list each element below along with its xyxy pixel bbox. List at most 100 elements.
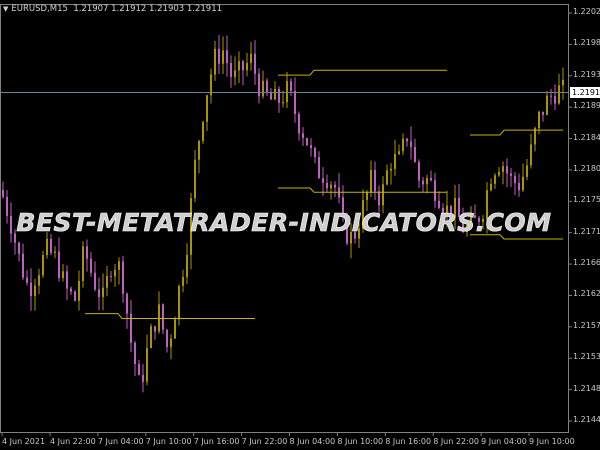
candle-body [102,287,104,298]
candle-body [498,171,500,176]
x-axis-label: 7 Jun 22:00 [241,437,288,446]
candle-body [230,62,232,77]
candle-body [326,182,328,189]
candle-body [374,170,376,192]
candle-body [90,258,92,273]
candle-body [142,374,144,382]
watermark: BEST-METATRADER-INDICATORS.COM [16,208,552,238]
candle-body [562,79,564,86]
candle-body [74,291,76,301]
y-axis-label: 1.21755 [573,195,600,205]
x-axis-label: 8 Jun 22:00 [433,437,479,446]
candle-body [86,246,88,259]
candle-body [158,304,160,332]
candle-body [106,275,108,288]
candle-body [226,50,228,63]
candle-body [266,80,268,93]
y-axis-label: 1.21665 [573,258,600,268]
candle-body [302,133,304,139]
candle-body [214,48,216,75]
candle-body [126,293,128,314]
candle-body [118,261,120,270]
candle-body [274,88,276,100]
candle-body [394,153,396,169]
candle-body [330,184,332,189]
levels-layer [85,69,563,319]
candle-body [546,95,548,115]
candle-body [550,95,552,97]
candle-body [434,180,436,201]
candle-body [422,180,424,185]
candle-body [2,190,4,197]
candle-body [282,102,284,104]
candle-body [138,363,140,375]
level-line [85,313,255,319]
candle-body [438,200,440,208]
candle-body [194,159,196,199]
candle-body [270,92,272,100]
candle-body [390,168,392,171]
y-axis-label: 1.22025 [573,7,600,16]
candle-body [262,80,264,97]
candle-body [314,148,316,158]
candle-body [174,319,176,339]
x-axis-label: 7 Jun 16:00 [193,437,240,446]
candle-body [58,251,60,279]
y-axis-label: 1.21800 [573,163,600,173]
candle-body [110,275,112,277]
candle-body [410,141,412,148]
candle-body [78,280,80,301]
y-axis-label: 1.21935 [573,69,600,79]
candle-body [218,48,220,64]
candle-body [334,184,336,188]
candle-body [254,53,256,74]
candle-body [122,261,124,294]
candle-body [238,61,240,71]
candle-body [50,238,52,253]
candle-body [490,183,492,191]
candle-body [558,85,560,104]
candle-body [426,177,428,185]
candle-body [506,166,508,174]
candle-body [26,277,28,283]
candle-body [54,251,56,253]
candle-body [186,254,188,278]
candle-body [70,288,72,292]
candle-body [94,272,96,290]
candle-body [290,81,292,91]
candle-body [406,138,408,142]
candle-body [250,53,252,63]
x-axis-label: 7 Jun 10:00 [145,437,192,446]
candle-body [522,176,524,191]
candle-body [494,175,496,184]
y-axis-label: 1.21845 [573,132,600,142]
candle-body [198,140,200,160]
dropdown-triangle-icon[interactable]: ▼ [3,5,8,13]
y-axis-label: 1.21890 [573,101,600,111]
candle-body [294,90,296,114]
candle-body [402,138,404,152]
candle-body [114,269,116,277]
candle-body [18,242,20,254]
y-axis-label: 1.21620 [573,289,600,299]
candle-body [66,271,68,289]
candle-body [22,253,24,278]
candle-body [146,347,148,382]
candle-body [306,138,308,146]
candle-body [234,70,236,77]
candle-body [30,282,32,297]
candle-body [242,61,244,71]
candle-body [202,121,204,141]
x-axis-label: 9 Jun 10:00 [529,437,575,446]
y-axis-label: 1.21575 [573,320,600,330]
candle-body [510,173,512,176]
candle-body [526,165,528,177]
candle-body [42,255,44,276]
candle-body [382,184,384,206]
candle-body [418,161,420,181]
candle-body [246,62,248,71]
x-axis-label: 4 Jun 22:00 [50,437,96,446]
current-price-label: 1.21911 [570,87,600,98]
symbol-label: EURUSD,M15 [11,4,68,14]
candle-body [286,81,288,103]
